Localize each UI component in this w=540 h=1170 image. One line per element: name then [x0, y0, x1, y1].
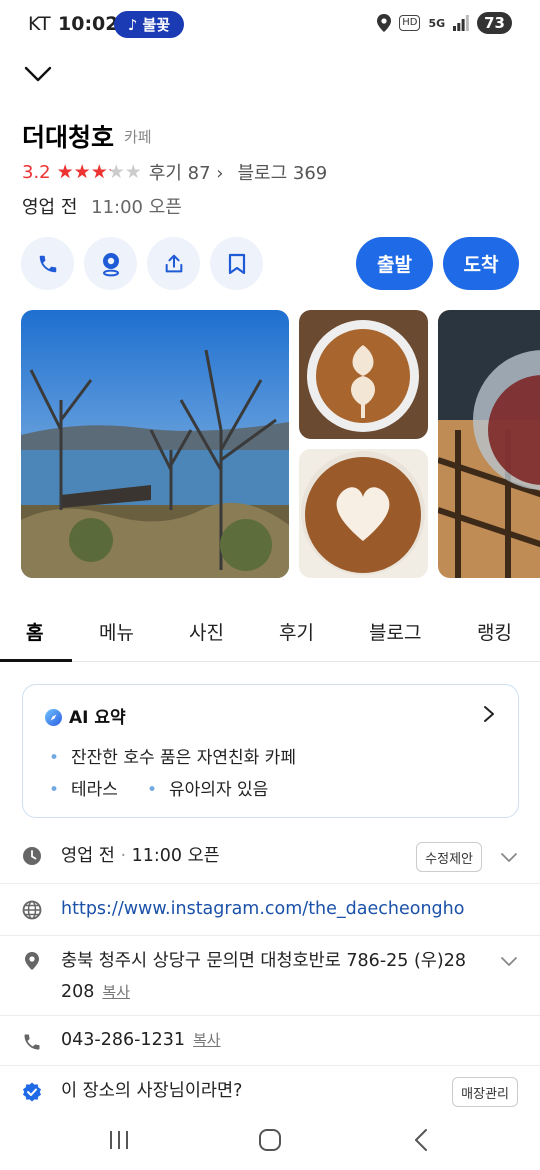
- opening-time: 11:00 오픈: [91, 197, 182, 218]
- navigation-pin-icon: [102, 252, 119, 276]
- save-button[interactable]: [210, 237, 263, 290]
- blog-reviews-link[interactable]: 블로그 369: [237, 159, 327, 185]
- globe-icon: [22, 900, 42, 920]
- verified-badge-icon: [23, 1082, 41, 1102]
- tab-reviews[interactable]: 후기: [279, 618, 314, 645]
- manage-store-button[interactable]: 매장관리: [452, 1077, 518, 1107]
- hd-voice-badge: HD: [399, 15, 421, 31]
- owner-row[interactable]: 이 장소의 사장님이라면? 매장관리: [0, 1066, 540, 1114]
- tab-home[interactable]: 홈: [26, 618, 43, 645]
- rating-stars-icon: ★★★★★ ★★★★★: [56, 161, 142, 183]
- ai-summary-item: 테라스: [49, 775, 118, 800]
- music-indicator[interactable]: ♪ 불꽃: [114, 11, 184, 38]
- lake-photo-image: [21, 310, 289, 578]
- phone-row[interactable]: 043-286-1231 복사: [0, 1016, 540, 1066]
- share-button[interactable]: [147, 237, 200, 290]
- rating-row: 3.2 ★★★★★ ★★★★★ 후기 87 › 블로그 369: [22, 160, 327, 184]
- place-title: 더대청호: [22, 123, 115, 152]
- suggest-edit-button[interactable]: 수정제안: [416, 842, 482, 872]
- clock-time: 10:02: [58, 13, 119, 35]
- collapse-chevron-icon[interactable]: [24, 62, 52, 86]
- place-tabs: 홈 메뉴 사진 후기 블로그 랭킹: [0, 600, 540, 662]
- call-button[interactable]: [21, 237, 74, 290]
- copy-address-link[interactable]: 복사: [102, 983, 130, 1001]
- chevron-right-icon[interactable]: [482, 705, 496, 723]
- iced-drink-image: [438, 310, 540, 578]
- music-label: 불꽃: [142, 16, 171, 34]
- hours-row[interactable]: 영업 전 · 11:00 오픈 수정제안: [0, 832, 540, 884]
- status-bar: KT 10:02 ♪ 불꽃 HD 5G 73: [0, 0, 540, 48]
- share-icon: [165, 254, 182, 272]
- hours-text: 영업 전 · 11:00 오픈: [61, 846, 220, 866]
- place-category: 카페: [124, 128, 152, 146]
- tab-blog[interactable]: 블로그: [369, 618, 421, 645]
- address-text: 충북 청주시 상당구 문의면 대청호반로 786-25 (우)28 208 복사: [61, 951, 466, 1002]
- rating-score: 3.2: [22, 161, 51, 183]
- chevron-down-icon[interactable]: [500, 956, 518, 968]
- tab-menu[interactable]: 메뉴: [99, 618, 134, 645]
- clock-icon: [23, 847, 41, 865]
- ai-compass-icon: [45, 709, 62, 726]
- owner-prompt: 이 장소의 사장님이라면?: [61, 1081, 243, 1101]
- location-icon: [377, 14, 392, 32]
- ai-summary-title: AI 요약: [69, 708, 126, 728]
- phone-number: 043-286-1231 복사: [61, 1030, 221, 1050]
- photo-latte-tulip[interactable]: [299, 310, 428, 439]
- website-link[interactable]: https://www.instagram.com/the_daecheongh…: [61, 894, 464, 925]
- recent-apps-icon[interactable]: [108, 1130, 130, 1150]
- back-icon[interactable]: [413, 1128, 429, 1152]
- heart-latte-image: [299, 449, 428, 578]
- status-icons: HD 5G 73: [377, 12, 512, 34]
- photo-drink-table[interactable]: [438, 310, 540, 578]
- network-type: 5G: [428, 16, 446, 30]
- ai-summary-card[interactable]: AI 요약 잔잔한 호수 품은 자연친화 카페 테라스 유아의자 있음: [22, 684, 519, 818]
- photo-lake-view[interactable]: [21, 310, 289, 578]
- latte-art-image: [299, 310, 428, 439]
- navigate-button[interactable]: [84, 237, 137, 290]
- copy-phone-link[interactable]: 복사: [193, 1031, 221, 1049]
- tab-photos[interactable]: 사진: [189, 618, 224, 645]
- music-note-icon: ♪: [127, 15, 138, 34]
- active-tab-indicator: [0, 659, 72, 662]
- system-nav-bar: [0, 1110, 540, 1170]
- battery-level: 73: [477, 12, 512, 34]
- bookmark-icon: [228, 253, 245, 274]
- address-row[interactable]: 충북 청주시 상당구 문의면 대청호반로 786-25 (우)28 208 복사: [0, 936, 540, 1016]
- carrier-label: KT: [28, 13, 51, 35]
- signal-icon: [453, 15, 470, 31]
- chevron-down-icon[interactable]: [500, 852, 518, 864]
- reviews-link[interactable]: 후기 87 ›: [149, 159, 224, 185]
- arrive-button[interactable]: 도착: [443, 237, 519, 290]
- phone-icon: [39, 255, 56, 272]
- hours-summary: 영업 전 11:00 오픈: [22, 193, 182, 219]
- phone-icon: [24, 1034, 40, 1050]
- depart-button[interactable]: 출발: [356, 237, 433, 290]
- tab-ranking[interactable]: 랭킹: [477, 618, 512, 645]
- home-icon[interactable]: [258, 1128, 282, 1152]
- location-pin-icon: [25, 952, 39, 970]
- photo-latte-heart[interactable]: [299, 449, 428, 578]
- website-row[interactable]: https://www.instagram.com/the_daecheongh…: [0, 884, 540, 936]
- ai-summary-item: 유아의자 있음: [147, 775, 268, 800]
- ai-summary-item: 잔잔한 호수 품은 자연친화 카페: [49, 743, 296, 768]
- business-status: 영업 전: [22, 197, 78, 218]
